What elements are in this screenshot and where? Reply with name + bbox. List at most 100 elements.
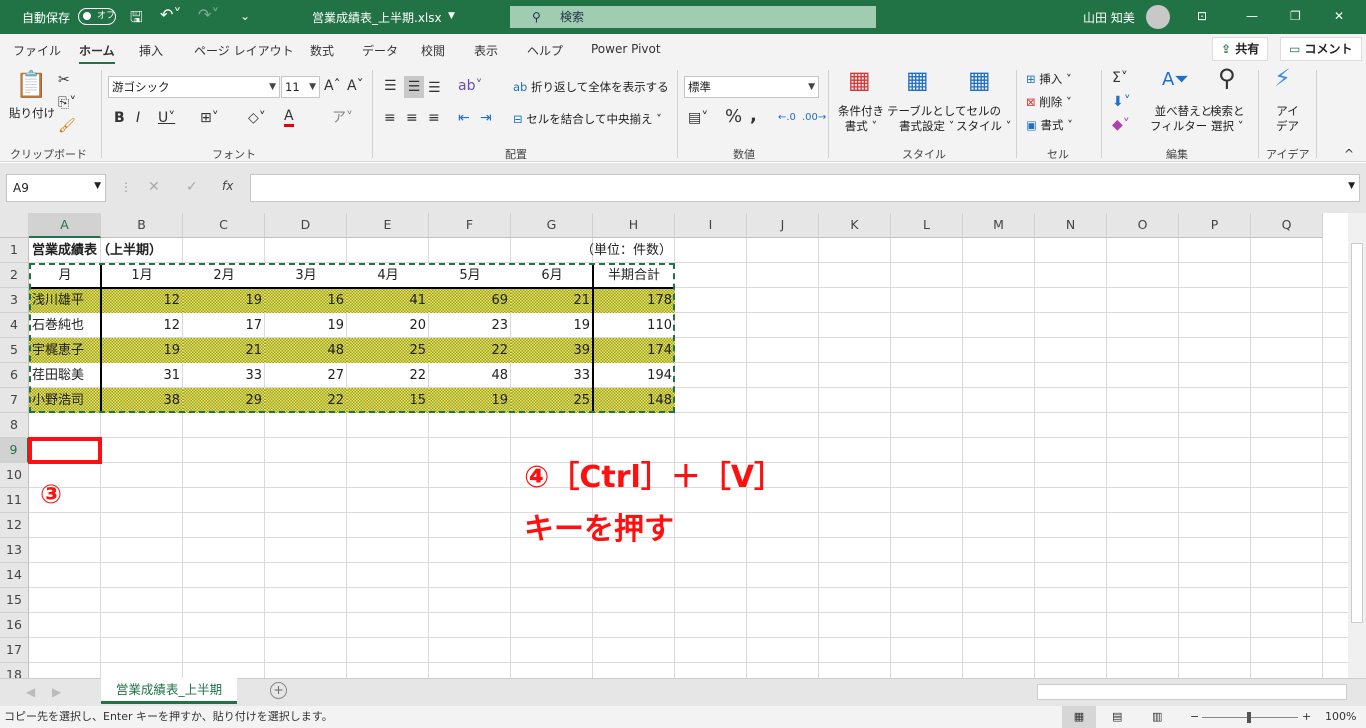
sort-filter-button[interactable]: 並べ替えと フィルター ˅ (1150, 104, 1217, 134)
decrease-indent-icon[interactable]: ⇤ (458, 110, 470, 126)
formula-input[interactable]: ▼ (250, 174, 1360, 202)
column-header-E[interactable]: E (347, 213, 429, 238)
cancel-icon[interactable]: ✕ (148, 179, 160, 195)
row-header-4[interactable]: 4 (0, 313, 29, 338)
column-header-C[interactable]: C (183, 213, 265, 238)
row-header-10[interactable]: 10 (0, 463, 29, 488)
insert-function-icon[interactable]: fx (222, 179, 233, 193)
tab-file[interactable]: ファイル (13, 42, 61, 59)
insert-cells-button[interactable]: ⊞ 挿入 ˅ (1026, 72, 1072, 87)
row-header-8[interactable]: 8 (0, 413, 29, 438)
fill-color-icon[interactable]: ◇˅ (248, 110, 266, 126)
zoom-slider-thumb[interactable] (1247, 712, 1251, 723)
close-icon[interactable]: ✕ (1334, 9, 1344, 23)
sort-filter-icon[interactable]: A⏷ (1162, 71, 1189, 89)
format-as-table-icon[interactable]: ▦ (906, 68, 929, 92)
row-header-15[interactable]: 15 (0, 588, 29, 613)
borders-icon[interactable]: ⊞˅ (200, 110, 219, 126)
column-header-K[interactable]: K (819, 213, 891, 238)
align-left-icon[interactable]: ≡ (384, 110, 396, 126)
horizontal-scrollbar[interactable] (1037, 684, 1347, 700)
unit-label[interactable]: （単位：件数） (511, 238, 675, 263)
cell-styles-button[interactable]: セルの スタイル ˅ (956, 104, 1011, 134)
autosave-toggle[interactable]: オフ (78, 8, 116, 25)
row-header-9[interactable]: 9 (0, 438, 29, 463)
vertical-scrollbar[interactable] (1348, 213, 1366, 678)
tab-insert[interactable]: 挿入 (139, 42, 163, 59)
comma-icon[interactable]: , (750, 107, 757, 125)
conditional-format-button[interactable]: 条件付き 書式 ˅ (838, 104, 884, 134)
row-header-18[interactable]: 18 (0, 663, 29, 678)
name-box[interactable]: A9 ▼ (6, 174, 106, 202)
ideas-button[interactable]: アイ デア (1276, 104, 1299, 134)
tab-data[interactable]: データ (362, 42, 398, 59)
number-format-select[interactable]: 標準 ▼ (684, 76, 819, 98)
next-sheet-icon[interactable]: ▶ (52, 685, 61, 699)
add-sheet-icon[interactable]: + (270, 682, 287, 699)
decrease-decimal-icon[interactable]: .00→ (802, 110, 826, 126)
cut-icon[interactable]: ✂ (58, 72, 70, 88)
orientation-icon[interactable]: ab˅ (458, 78, 482, 94)
align-right-icon[interactable]: ≡ (428, 110, 440, 126)
tab-page-layout[interactable]: ページ レイアウト (194, 42, 294, 59)
clear-icon[interactable]: ◆˅ (1112, 117, 1130, 133)
share-button[interactable]: ⇪ 共有 (1212, 37, 1269, 61)
underline-icon[interactable]: U˅ (158, 110, 175, 126)
increase-font-icon[interactable]: Aˆ (324, 78, 341, 94)
copy-icon[interactable]: ⎘˅ (58, 95, 76, 111)
minimize-icon[interactable]: — (1246, 9, 1258, 23)
chevron-down-icon[interactable]: ▼ (448, 11, 455, 21)
save-icon[interactable]: 🖫 (130, 7, 143, 32)
row-header-17[interactable]: 17 (0, 638, 29, 663)
fill-icon[interactable]: ⬇˅ (1112, 94, 1131, 110)
row-header-5[interactable]: 5 (0, 338, 29, 363)
increase-indent-icon[interactable]: ⇥ (480, 110, 492, 126)
row-header-13[interactable]: 13 (0, 538, 29, 563)
format-painter-icon[interactable]: 🖌 (58, 118, 76, 134)
ribbon-display-icon[interactable]: ⊡ (1197, 9, 1207, 23)
search-box[interactable]: ⚲ 検索 (510, 6, 876, 28)
decrease-font-icon[interactable]: Aˇ (347, 78, 364, 94)
column-header-M[interactable]: M (963, 213, 1035, 238)
align-bottom-icon[interactable]: ☰ (428, 80, 441, 96)
collapse-ribbon-icon[interactable]: ^ (1344, 146, 1354, 162)
delete-cells-button[interactable]: ⊠ 削除 ˅ (1026, 95, 1072, 110)
tab-view[interactable]: 表示 (474, 42, 498, 59)
format-cells-button[interactable]: ▣ 書式 ˅ (1026, 118, 1073, 133)
page-layout-view-icon[interactable]: ▤ (1112, 706, 1122, 728)
column-header-A[interactable]: A (29, 213, 101, 238)
select-all-corner[interactable] (0, 213, 29, 238)
column-header-N[interactable]: N (1035, 213, 1107, 238)
accounting-format-icon[interactable]: ▤˅ (688, 110, 708, 126)
row-header-1[interactable]: 1 (0, 238, 29, 263)
align-middle-icon[interactable]: ☰ (404, 76, 424, 98)
zoom-level[interactable]: 100% (1325, 706, 1356, 728)
tab-review[interactable]: 校閲 (421, 42, 445, 59)
worksheet-grid[interactable]: A B C D E F G H I J K L M N O P Q 1 2 3 4 5 6 7 8 9 10 11 12 13 14 15 16… (0, 213, 1348, 678)
row-header-7[interactable]: 7 (0, 388, 29, 413)
bold-icon[interactable]: B (114, 110, 125, 126)
font-color-icon[interactable]: A (284, 108, 294, 127)
comment-button[interactable]: ▭ コメント (1280, 37, 1362, 61)
font-name-select[interactable]: 游ゴシック ▼ (108, 76, 280, 98)
row-header-11[interactable]: 11 (0, 488, 29, 513)
align-top-icon[interactable]: ☰ (384, 78, 397, 94)
wrap-text-button[interactable]: ab 折り返して全体を表示する (513, 80, 669, 95)
align-center-icon[interactable]: ≡ (406, 110, 418, 126)
enter-icon[interactable]: ✓ (186, 179, 198, 195)
undo-icon[interactable]: ↶˅ (160, 5, 181, 24)
prev-sheet-icon[interactable]: ◀ (26, 685, 35, 699)
redo-icon[interactable]: ↷˅ (198, 5, 219, 24)
column-header-L[interactable]: L (891, 213, 963, 238)
cell-styles-icon[interactable]: ▦ (968, 68, 991, 92)
column-header-J[interactable]: J (747, 213, 819, 238)
scroll-thumb[interactable] (1351, 243, 1363, 623)
row-header-16[interactable]: 16 (0, 613, 29, 638)
sheet-tab-active[interactable]: 営業成績表_上半期 (101, 678, 237, 704)
restore-icon[interactable]: ❐ (1290, 9, 1301, 23)
row-header-6[interactable]: 6 (0, 363, 29, 388)
file-name[interactable]: 営業成績表_上半期.xlsx (312, 9, 442, 26)
row-header-3[interactable]: 3 (0, 288, 29, 313)
ideas-icon[interactable]: ⚡ (1274, 66, 1291, 90)
tab-home[interactable]: ホーム (79, 42, 115, 65)
